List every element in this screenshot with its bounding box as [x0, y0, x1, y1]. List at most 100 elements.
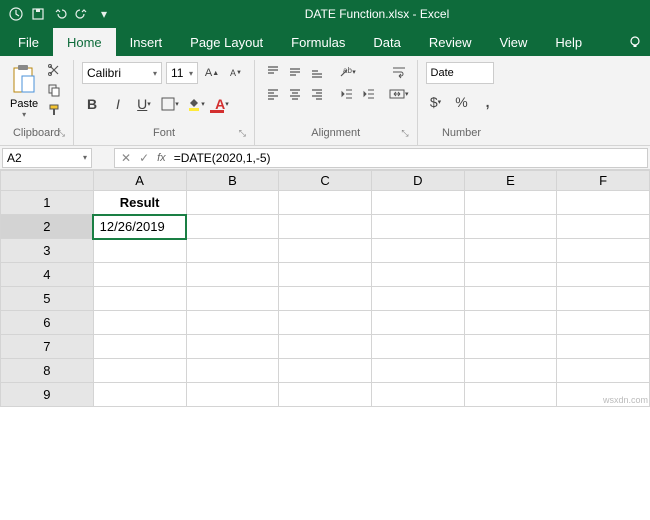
row-header-5[interactable]: 5 — [1, 287, 94, 311]
cell[interactable] — [464, 335, 557, 359]
tab-help[interactable]: Help — [541, 28, 596, 56]
cell[interactable] — [186, 383, 279, 407]
cell[interactable] — [186, 239, 279, 263]
redo-icon[interactable] — [74, 6, 90, 22]
cell[interactable] — [371, 263, 464, 287]
cell[interactable] — [371, 215, 464, 239]
cut-icon[interactable] — [46, 62, 62, 78]
col-header-b[interactable]: B — [186, 171, 279, 191]
cell[interactable] — [371, 359, 464, 383]
cell[interactable] — [279, 383, 372, 407]
cell[interactable] — [371, 383, 464, 407]
percent-icon[interactable]: % — [452, 92, 472, 112]
border-icon[interactable]: ▾ — [160, 94, 180, 114]
save-icon[interactable] — [30, 6, 46, 22]
increase-font-icon[interactable]: A▲ — [202, 63, 222, 83]
col-header-d[interactable]: D — [371, 171, 464, 191]
bold-button[interactable]: B — [82, 94, 102, 114]
cell[interactable] — [557, 191, 650, 215]
cell[interactable] — [186, 311, 279, 335]
cell[interactable] — [279, 215, 372, 239]
cell[interactable] — [371, 335, 464, 359]
cell[interactable] — [279, 311, 372, 335]
cell[interactable] — [557, 359, 650, 383]
undo-icon[interactable] — [52, 6, 68, 22]
align-bottom-icon[interactable] — [307, 62, 327, 82]
cell[interactable] — [557, 215, 650, 239]
align-top-icon[interactable] — [263, 62, 283, 82]
tab-page-layout[interactable]: Page Layout — [176, 28, 277, 56]
cell[interactable] — [464, 239, 557, 263]
font-name-select[interactable]: Calibri▾ — [82, 62, 162, 84]
cell[interactable] — [464, 263, 557, 287]
cell[interactable] — [464, 215, 557, 239]
font-size-select[interactable]: 11▾ — [166, 62, 198, 84]
cell[interactable] — [557, 311, 650, 335]
col-header-c[interactable]: C — [279, 171, 372, 191]
cell[interactable] — [557, 263, 650, 287]
col-header-f[interactable]: F — [557, 171, 650, 191]
cell[interactable] — [186, 335, 279, 359]
cell[interactable] — [557, 239, 650, 263]
align-middle-icon[interactable] — [285, 62, 305, 82]
cell[interactable] — [279, 335, 372, 359]
row-header-4[interactable]: 4 — [1, 263, 94, 287]
tell-me-icon[interactable] — [628, 28, 650, 56]
align-left-icon[interactable] — [263, 84, 283, 104]
cell[interactable] — [279, 263, 372, 287]
copy-icon[interactable] — [46, 82, 62, 98]
row-header-8[interactable]: 8 — [1, 359, 94, 383]
tab-file[interactable]: File — [4, 28, 53, 56]
underline-button[interactable]: U▾ — [134, 94, 154, 114]
enter-formula-icon[interactable]: ✓ — [139, 151, 149, 165]
col-header-a[interactable]: A — [93, 171, 186, 191]
cell[interactable] — [557, 335, 650, 359]
paste-button[interactable]: Paste ▾ — [8, 62, 40, 121]
cell[interactable] — [464, 383, 557, 407]
row-header-9[interactable]: 9 — [1, 383, 94, 407]
cell[interactable] — [186, 191, 279, 215]
cell[interactable] — [279, 359, 372, 383]
cell-a1[interactable]: Result — [93, 191, 186, 215]
cell[interactable] — [93, 263, 186, 287]
align-right-icon[interactable] — [307, 84, 327, 104]
cell[interactable] — [279, 287, 372, 311]
orientation-icon[interactable]: ab▾ — [337, 62, 357, 82]
align-center-icon[interactable] — [285, 84, 305, 104]
cell[interactable] — [93, 359, 186, 383]
comma-icon[interactable]: , — [478, 92, 498, 112]
cell-a2[interactable]: 12/26/2019 — [93, 215, 186, 239]
cell[interactable] — [464, 287, 557, 311]
cell[interactable] — [464, 191, 557, 215]
cell[interactable] — [93, 335, 186, 359]
alignment-launcher-icon[interactable]: ⤡ — [401, 128, 408, 139]
cell[interactable] — [371, 191, 464, 215]
cell[interactable] — [186, 287, 279, 311]
cell[interactable] — [371, 287, 464, 311]
increase-indent-icon[interactable] — [359, 84, 379, 104]
cell[interactable] — [279, 239, 372, 263]
fill-color-icon[interactable]: ▾ — [186, 94, 206, 114]
cell[interactable] — [186, 215, 279, 239]
tab-home[interactable]: Home — [53, 28, 116, 56]
qat-customize-icon[interactable]: ▾ — [96, 6, 112, 22]
col-header-e[interactable]: E — [464, 171, 557, 191]
cell[interactable] — [186, 359, 279, 383]
decrease-indent-icon[interactable] — [337, 84, 357, 104]
tab-data[interactable]: Data — [359, 28, 414, 56]
clipboard-launcher-icon[interactable]: ⤡ — [58, 128, 65, 139]
format-painter-icon[interactable] — [46, 102, 62, 118]
cell[interactable] — [464, 359, 557, 383]
font-color-icon[interactable]: A▾ — [212, 94, 232, 114]
font-launcher-icon[interactable]: ⤡ — [239, 128, 246, 139]
cell[interactable] — [93, 287, 186, 311]
decrease-font-icon[interactable]: A▼ — [226, 63, 246, 83]
tab-review[interactable]: Review — [415, 28, 486, 56]
currency-icon[interactable]: $▾ — [426, 92, 446, 112]
cell[interactable] — [93, 239, 186, 263]
italic-button[interactable]: I — [108, 94, 128, 114]
cell[interactable] — [464, 311, 557, 335]
cell[interactable] — [557, 287, 650, 311]
number-format-select[interactable]: Date — [426, 62, 494, 84]
cell[interactable] — [93, 383, 186, 407]
